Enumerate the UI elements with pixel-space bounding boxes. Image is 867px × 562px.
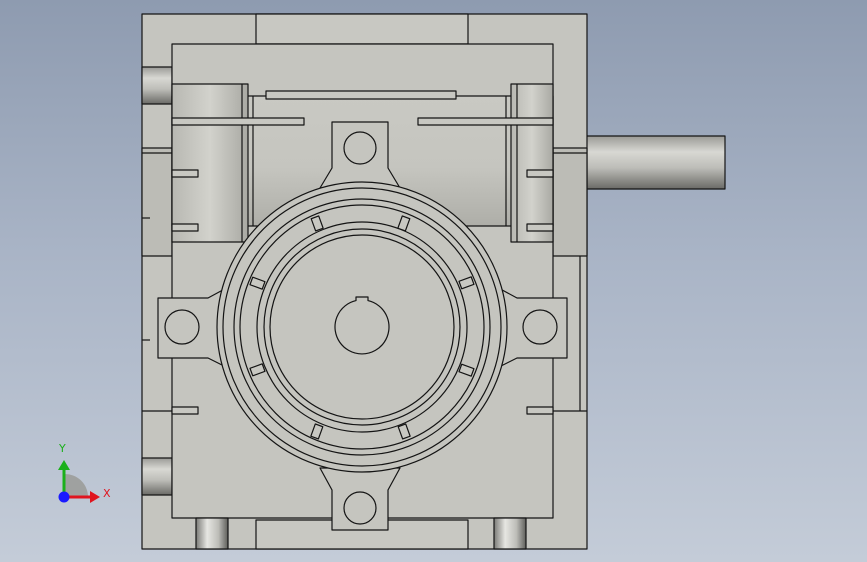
y-axis-label: Y — [59, 442, 66, 455]
x-axis-arrow-icon — [90, 491, 100, 503]
bottom-boss-left — [195, 517, 229, 550]
bolt-hole-left — [164, 309, 200, 345]
y-axis-arrow-icon — [58, 460, 70, 470]
bolt-hole-bottom — [343, 491, 377, 525]
left-boss-top — [141, 66, 173, 105]
output-shaft — [584, 135, 726, 190]
bolt-hole-right — [522, 309, 558, 345]
right-side-rib — [552, 147, 588, 257]
bolt-hole-top — [343, 131, 377, 165]
origin-dot-icon — [58, 491, 70, 503]
left-side-rib — [141, 147, 173, 257]
top-slot — [265, 90, 457, 100]
worm-boss-left — [171, 83, 249, 243]
top-flange — [255, 13, 469, 45]
gearbox-drawing — [58, 13, 726, 550]
bottom-boss-right — [493, 517, 527, 550]
left-boss-bottom — [141, 457, 173, 496]
x-axis-label: X — [103, 487, 111, 500]
cad-viewport[interactable]: Y X — [0, 0, 867, 562]
axis-triad — [58, 460, 100, 503]
